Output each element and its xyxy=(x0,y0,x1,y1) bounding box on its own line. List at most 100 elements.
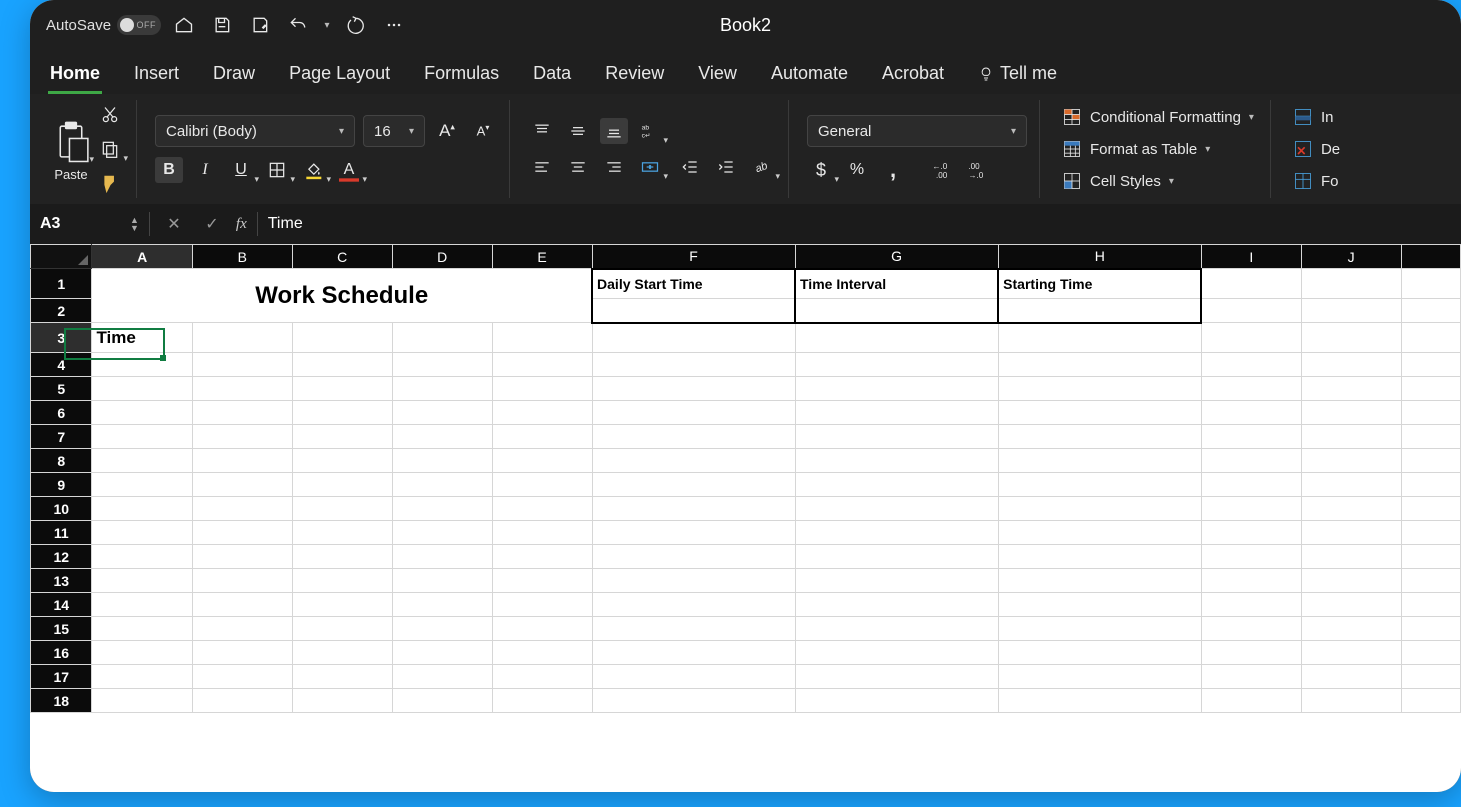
cell-I9[interactable] xyxy=(1201,473,1301,497)
cell-A15[interactable] xyxy=(92,617,192,641)
cell-G13[interactable] xyxy=(795,569,998,593)
cell-G16[interactable] xyxy=(795,641,998,665)
decrease-font-icon[interactable]: A▾ xyxy=(469,118,497,144)
cell-J3[interactable] xyxy=(1301,323,1401,353)
cell-D8[interactable] xyxy=(392,449,492,473)
decrease-decimal-icon[interactable]: .00→.0 xyxy=(967,157,995,183)
cell-E18[interactable] xyxy=(492,689,592,713)
cell-I3[interactable] xyxy=(1201,323,1301,353)
cell-J12[interactable] xyxy=(1301,545,1401,569)
cell-J13[interactable] xyxy=(1301,569,1401,593)
cell-F17[interactable] xyxy=(592,665,795,689)
cell-A11[interactable] xyxy=(92,521,192,545)
cell-B10[interactable] xyxy=(192,497,292,521)
cell-D14[interactable] xyxy=(392,593,492,617)
cell-H2[interactable] xyxy=(998,299,1201,323)
cell-F11[interactable] xyxy=(592,521,795,545)
cell-B6[interactable] xyxy=(192,401,292,425)
row-header-17[interactable]: 17 xyxy=(31,665,92,689)
cell-H1[interactable]: Starting Time xyxy=(998,269,1201,299)
cell-E5[interactable] xyxy=(492,377,592,401)
cell-E14[interactable] xyxy=(492,593,592,617)
row-header-16[interactable]: 16 xyxy=(31,641,92,665)
cell-C4[interactable] xyxy=(292,353,392,377)
cell-G6[interactable] xyxy=(795,401,998,425)
row-header-18[interactable]: 18 xyxy=(31,689,92,713)
cell-G14[interactable] xyxy=(795,593,998,617)
cell-H9[interactable] xyxy=(998,473,1201,497)
cell-A6[interactable] xyxy=(92,401,192,425)
cell-A3[interactable]: Time xyxy=(92,323,192,353)
formula-input[interactable]: Time xyxy=(268,215,1451,233)
cell-F16[interactable] xyxy=(592,641,795,665)
cell-B17[interactable] xyxy=(192,665,292,689)
undo-icon[interactable] xyxy=(283,10,313,40)
cell-K1[interactable] xyxy=(1401,269,1460,299)
increase-decimal-icon[interactable]: ←.0.00 xyxy=(931,157,959,183)
name-box[interactable]: A3 xyxy=(40,215,120,233)
row-header-12[interactable]: 12 xyxy=(31,545,92,569)
cell-D11[interactable] xyxy=(392,521,492,545)
cell-I10[interactable] xyxy=(1201,497,1301,521)
cell-E7[interactable] xyxy=(492,425,592,449)
cell-B18[interactable] xyxy=(192,689,292,713)
cell-D6[interactable] xyxy=(392,401,492,425)
cell-K2[interactable] xyxy=(1401,299,1460,323)
tab-insert[interactable]: Insert xyxy=(132,57,181,94)
cell-B13[interactable] xyxy=(192,569,292,593)
cell-K16[interactable] xyxy=(1401,641,1460,665)
cell-B9[interactable] xyxy=(192,473,292,497)
cell-F1[interactable]: Daily Start Time xyxy=(592,269,795,299)
autosave-toggle[interactable]: OFF xyxy=(117,15,161,35)
cell-E13[interactable] xyxy=(492,569,592,593)
cell-D13[interactable] xyxy=(392,569,492,593)
more-icon[interactable] xyxy=(379,10,409,40)
cut-icon[interactable] xyxy=(96,102,124,128)
col-header-B[interactable]: B xyxy=(192,245,292,269)
comma-icon[interactable]: , xyxy=(879,157,907,183)
cell-E16[interactable] xyxy=(492,641,592,665)
cell-K12[interactable] xyxy=(1401,545,1460,569)
cell-G7[interactable] xyxy=(795,425,998,449)
cell-J1[interactable] xyxy=(1301,269,1401,299)
tab-automate[interactable]: Automate xyxy=(769,57,850,94)
cell-F8[interactable] xyxy=(592,449,795,473)
cell-I17[interactable] xyxy=(1201,665,1301,689)
cell-D7[interactable] xyxy=(392,425,492,449)
paste-button[interactable]: ▾ xyxy=(52,117,90,163)
increase-indent-icon[interactable] xyxy=(712,154,740,180)
cell-H16[interactable] xyxy=(998,641,1201,665)
tab-draw[interactable]: Draw xyxy=(211,57,257,94)
cell-B14[interactable] xyxy=(192,593,292,617)
cell-D16[interactable] xyxy=(392,641,492,665)
cell-I16[interactable] xyxy=(1201,641,1301,665)
cell-B8[interactable] xyxy=(192,449,292,473)
tab-data[interactable]: Data xyxy=(531,57,573,94)
font-color-icon[interactable]: A▾ xyxy=(335,157,363,183)
cell-H3[interactable] xyxy=(998,323,1201,353)
cell-J5[interactable] xyxy=(1301,377,1401,401)
row-header-6[interactable]: 6 xyxy=(31,401,92,425)
cell-H8[interactable] xyxy=(998,449,1201,473)
font-size-select[interactable]: 16 ▾ xyxy=(363,115,425,147)
row-header-4[interactable]: 4 xyxy=(31,353,92,377)
cell-C8[interactable] xyxy=(292,449,392,473)
cell-H7[interactable] xyxy=(998,425,1201,449)
cell-B5[interactable] xyxy=(192,377,292,401)
col-header-D[interactable]: D xyxy=(392,245,492,269)
save-icon[interactable] xyxy=(207,10,237,40)
cell-F3[interactable] xyxy=(592,323,795,353)
cell-C5[interactable] xyxy=(292,377,392,401)
col-header-A[interactable]: A xyxy=(92,245,192,269)
cell-F4[interactable] xyxy=(592,353,795,377)
align-bottom-icon[interactable] xyxy=(600,118,628,144)
cell-E15[interactable] xyxy=(492,617,592,641)
enter-icon[interactable]: ✓ xyxy=(198,211,226,237)
font-name-select[interactable]: Calibri (Body) ▾ xyxy=(155,115,355,147)
cell-B3[interactable] xyxy=(192,323,292,353)
cell-G18[interactable] xyxy=(795,689,998,713)
name-box-spinner[interactable]: ▲▼ xyxy=(130,216,139,232)
orientation-icon[interactable]: ab▾ xyxy=(748,154,776,180)
wrap-text-icon[interactable]: abc↵▾ xyxy=(636,118,664,144)
cell-H14[interactable] xyxy=(998,593,1201,617)
